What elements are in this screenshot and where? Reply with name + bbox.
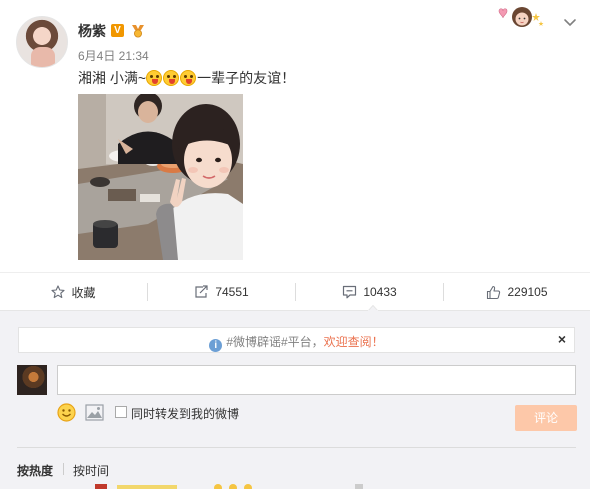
emoji-icon [163,70,180,86]
chevron-down-icon[interactable] [562,14,578,30]
sticker-art[interactable] [496,5,546,31]
sort-by-hot[interactable]: 按热度 [17,462,53,479]
emoji-icon [180,70,197,86]
repost-icon [195,285,208,298]
close-icon[interactable]: × [558,331,566,347]
repost-count: 74551 [215,285,249,299]
sort-divider [17,447,576,448]
smiley-icon[interactable] [57,403,76,422]
post-text-after: 一辈子的友谊！ [197,70,296,86]
action-bar: 收藏 74551 10433 229105 [0,272,590,310]
current-user-avatar[interactable] [17,365,47,395]
notice-content: i #微博辟谣#平台，欢迎查阅！ [19,333,574,352]
post-photo-art [78,94,243,260]
medal-icon[interactable] [130,23,146,38]
post-photo[interactable] [78,94,243,260]
repost-button[interactable]: 74551 [148,273,295,311]
notice-link[interactable]: 欢迎查阅！ [324,335,384,349]
like-button[interactable]: 229105 [444,273,590,311]
verified-icon: V [111,24,124,37]
comment-count: 10433 [363,285,397,299]
star-icon [51,285,66,299]
notice-text[interactable]: #微博辟谣#平台， [226,335,323,349]
post-timestamp[interactable]: 6月4日 21:34 [78,47,149,64]
thumbs-up-icon [487,285,501,299]
post-text-before: 湘湘 小满~ [78,70,147,86]
comment-icon [343,285,357,299]
author-avatar[interactable] [16,16,68,68]
image-icon[interactable] [85,404,104,421]
favorite-button[interactable]: 收藏 [0,273,147,311]
active-tab-caret [368,305,378,311]
like-count: 229105 [507,285,548,299]
sort-by-time[interactable]: 按时间 [73,462,109,479]
emoji-icon [146,70,163,86]
info-icon: i [209,339,223,352]
favorite-label: 收藏 [71,285,96,300]
next-comment-peek [95,484,363,489]
comment-input[interactable] [57,365,576,395]
author-name[interactable]: 杨紫 [78,21,106,41]
forward-label[interactable]: 同时转发到我的微博 [131,405,239,422]
sort-separator [63,463,64,475]
post-text: 湘湘 小满~ 一辈子的友谊！ [78,68,295,88]
rumor-notice: i #微博辟谣#平台，欢迎查阅！ × [18,327,575,353]
submit-comment-button[interactable]: 评论 [515,405,577,431]
forward-checkbox[interactable] [115,406,127,418]
